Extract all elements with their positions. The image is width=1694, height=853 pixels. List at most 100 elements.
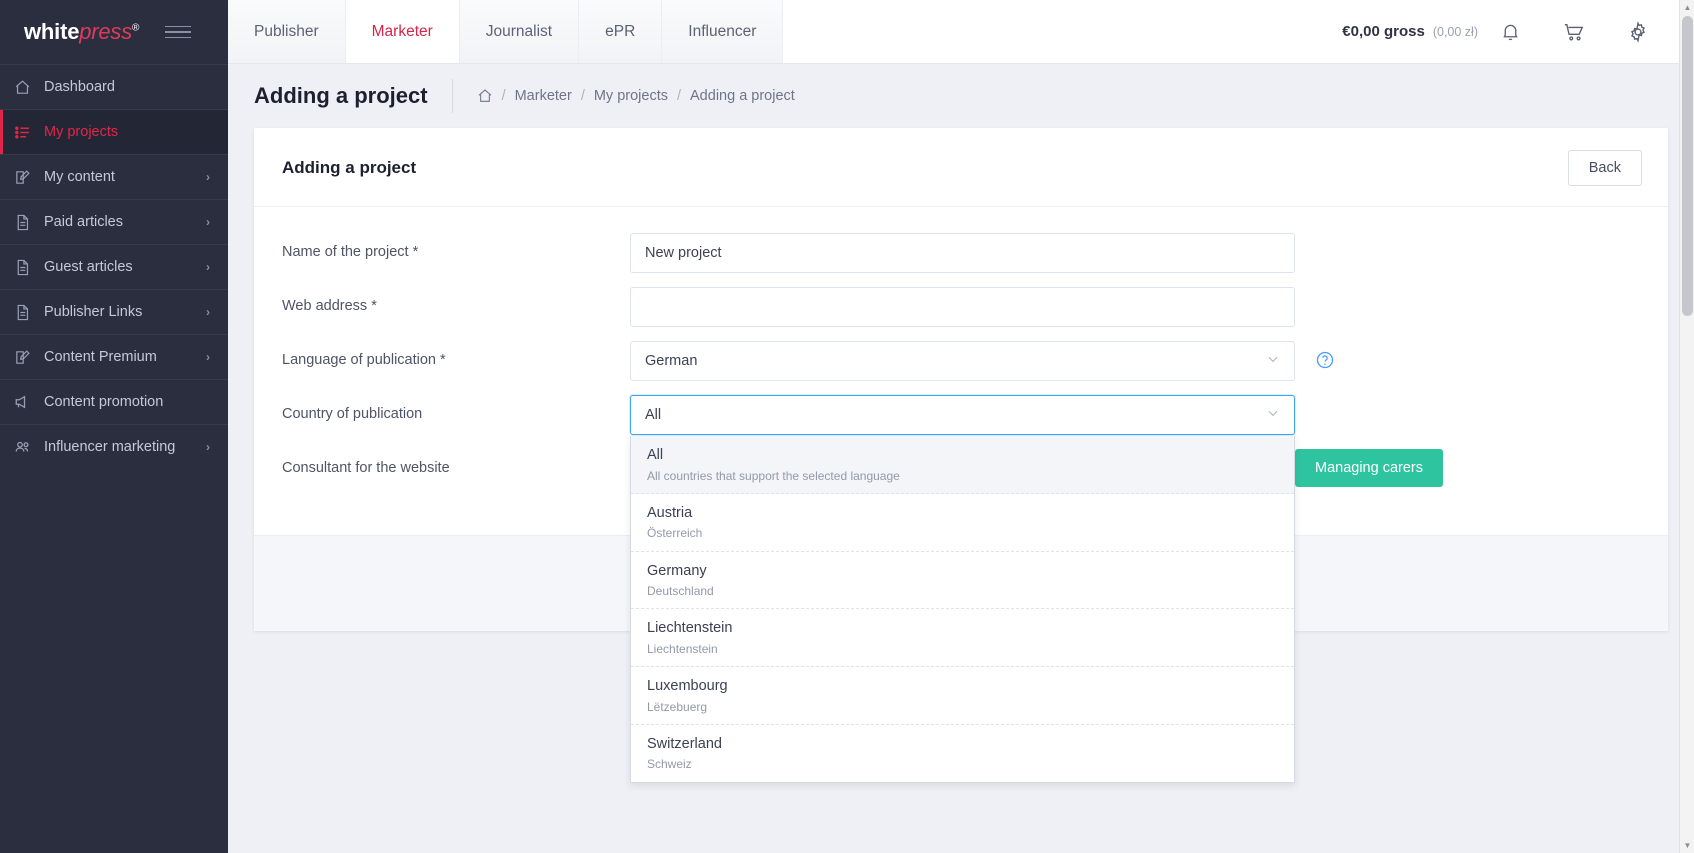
breadcrumb-divider [451,79,453,113]
option-subtitle: Österreich [647,526,703,541]
breadcrumb-item-my-projects[interactable]: My projects [594,88,668,104]
breadcrumb-separator: / [676,88,682,104]
form-row-project-name: Name of the project * [282,233,1640,273]
tab-influencer[interactable]: Influencer [662,0,784,63]
sidebar-item-dashboard[interactable]: Dashboard [0,64,228,109]
page-title: Adding a project [254,83,428,108]
sidebar-item-label: Dashboard [44,79,115,95]
cart-icon[interactable] [1542,0,1606,64]
sidebar-item-label: Influencer marketing [44,439,176,455]
sidebar: whitepress® Dashboard My projects My con… [0,0,228,853]
sidebar-item-label: Content Premium [44,349,157,365]
app-root: whitepress® Dashboard My projects My con… [0,0,1694,853]
chevron-right-icon: › [206,305,210,319]
breadcrumb-item-marketer[interactable]: Marketer [515,88,572,104]
sidebar-item-paid-articles[interactable]: Paid articles › [0,199,228,244]
tab-label: Marketer [371,22,433,40]
breadcrumb-separator: / [501,88,506,104]
option-subtitle: Lëtzebuerg [647,699,708,714]
sidebar-item-label: Guest articles [44,259,133,275]
sidebar-item-publisher-links[interactable]: Publisher Links › [0,289,228,334]
language-select[interactable]: German [630,341,1295,381]
sidebar-item-content-premium[interactable]: Content Premium › [0,334,228,379]
field-language: German [630,341,1295,381]
country-dropdown-list: All All countries that support the selec… [630,436,1295,783]
hamburger-menu-icon[interactable] [165,25,192,39]
chevron-down-icon [1266,406,1280,424]
field-web-address [630,287,1295,327]
tab-marketer[interactable]: Marketer [345,0,460,63]
label-language: Language of publication * [282,352,446,368]
sidebar-item-label: Paid articles [44,214,123,230]
form-row-country: Country of publication All All All count… [282,395,1640,783]
breadcrumb: / Marketer / My projects / Adding a proj… [477,88,795,104]
card-header: Adding a project Back [254,128,1668,207]
logo-text-white: white [24,19,80,44]
role-tabs: Publisher Marketer Journalist ePR Influe… [228,0,784,63]
sidebar-item-label: My content [44,169,115,185]
country-option-luxembourg[interactable]: Luxembourg Lëtzebuerg [631,667,1294,725]
label-country: Country of publication [282,406,423,422]
top-bar: Publisher Marketer Journalist ePR Influe… [228,0,1694,64]
page-scrollbar[interactable]: ▲ ▼ [1679,0,1694,853]
sidebar-item-content-promotion[interactable]: Content promotion [0,379,228,424]
sidebar-item-label: My projects [44,124,119,140]
web-address-input[interactable] [630,287,1295,327]
option-title: Luxembourg [647,678,728,694]
form-row-language: Language of publication * German [282,341,1640,381]
gear-icon[interactable] [1606,0,1670,64]
country-option-austria[interactable]: Austria Österreich [631,494,1294,552]
list-icon [14,124,44,141]
sidebar-item-my-projects[interactable]: My projects [0,109,228,154]
chevron-right-icon: › [206,170,210,184]
edit-icon [14,349,44,366]
country-option-all[interactable]: All All countries that support the selec… [631,436,1294,494]
account-balance[interactable]: €0,00 gross (0,00 zł) [1342,23,1478,40]
tab-epr[interactable]: ePR [579,0,663,63]
page-content: Adding a project Back Name of the projec… [228,128,1694,783]
chevron-right-icon: › [206,215,210,229]
country-option-germany[interactable]: Germany Deutschland [631,552,1294,610]
country-option-liechtenstein[interactable]: Liechtenstein Liechtenstein [631,609,1294,667]
back-button[interactable]: Back [1567,150,1642,186]
country-option-switzerland[interactable]: Switzerland Schweiz [631,725,1294,782]
sidebar-item-guest-articles[interactable]: Guest articles › [0,244,228,289]
field-country: All All All countries that support the s… [630,395,1295,783]
option-title: All [647,447,664,463]
sidebar-header: whitepress® [0,0,228,64]
tab-publisher[interactable]: Publisher [228,0,346,63]
option-title: Austria [647,504,693,521]
document-icon [14,259,44,276]
scrollbar-thumb[interactable] [1682,16,1693,316]
project-name-input[interactable] [630,233,1295,273]
managing-carers-button[interactable]: Managing carers [1295,449,1443,487]
scroll-up-arrow-icon[interactable]: ▲ [1680,0,1694,15]
breadcrumb-home-icon[interactable] [477,88,493,104]
sidebar-nav: Dashboard My projects My content › Paid … [0,64,228,469]
chevron-right-icon: › [206,350,210,364]
chevron-right-icon: › [206,260,210,274]
tab-label: Influencer [688,22,757,40]
tab-journalist[interactable]: Journalist [459,0,580,63]
option-subtitle: All countries that support the selected … [647,468,900,483]
sidebar-item-influencer-marketing[interactable]: Influencer marketing › [0,424,228,469]
breadcrumb-separator: / [580,88,585,104]
help-circle-icon[interactable] [1315,350,1335,375]
document-icon [14,214,44,231]
option-title: Liechtenstein [647,620,733,637]
page-header: Adding a project / Marketer / My project… [228,64,1694,128]
card-title: Adding a project [282,158,417,177]
option-title: Switzerland [647,735,722,752]
sidebar-item-my-content[interactable]: My content › [0,154,228,199]
document-icon [14,304,44,321]
country-select[interactable]: All [630,395,1295,435]
edit-icon [14,169,44,186]
label-web-address: Web address * [282,298,377,314]
tab-label: Publisher [254,22,319,40]
label-project-name: Name of the project * [282,244,419,260]
megaphone-icon [14,393,44,411]
home-icon [14,79,44,96]
scroll-down-arrow-icon[interactable]: ▼ [1680,838,1694,853]
whitepress-logo[interactable]: whitepress® [24,19,139,45]
bell-icon[interactable] [1478,0,1542,64]
